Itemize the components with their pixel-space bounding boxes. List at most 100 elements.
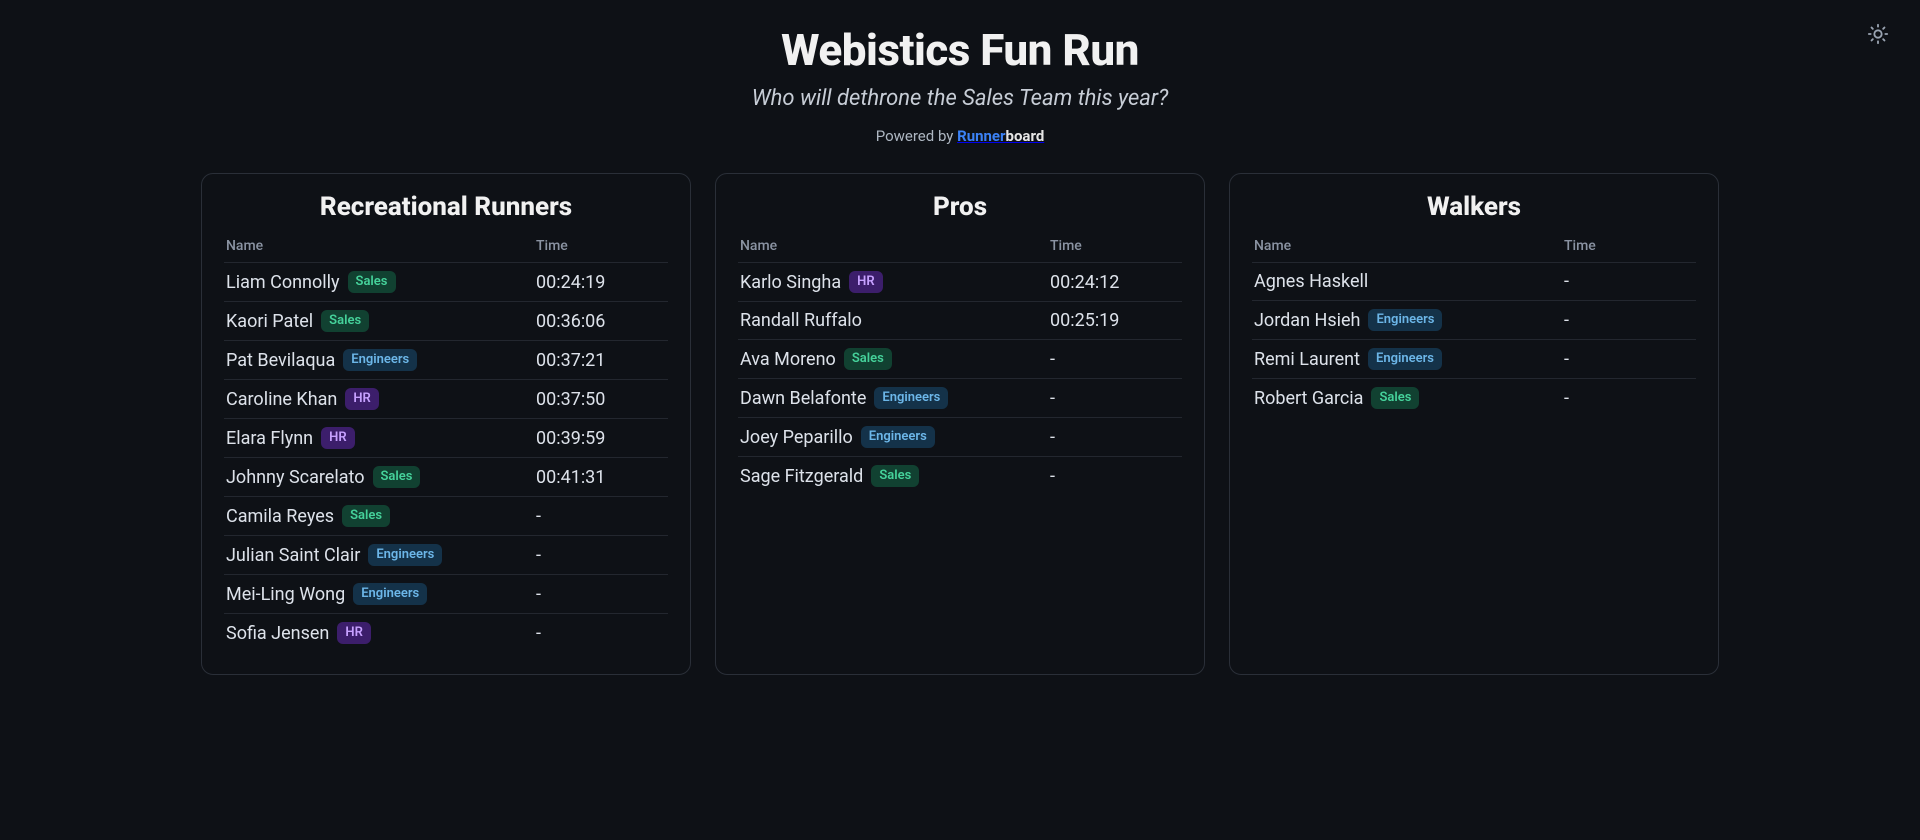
table-row: Joey Peparillo Engineers - bbox=[738, 418, 1182, 457]
team-badge: HR bbox=[337, 622, 370, 644]
runner-time: - bbox=[536, 584, 666, 605]
runner-name-cell: Sofia Jensen HR bbox=[226, 622, 536, 644]
table-head: NameTime bbox=[738, 238, 1182, 262]
table-rows: Liam ConnollySales00:24:19Kaori PatelSal… bbox=[224, 262, 668, 652]
table-row: Pat BevilaquaEngineers00:37:21 bbox=[224, 341, 668, 380]
team-badge: Engineers bbox=[353, 583, 427, 605]
runner-name: Elara Flynn bbox=[226, 428, 313, 449]
runner-name: Karlo Singha bbox=[740, 272, 841, 293]
runner-time: - bbox=[1050, 466, 1180, 487]
runner-name-cell: Camila ReyesSales bbox=[226, 505, 536, 527]
runner-name: Dawn Belafonte bbox=[740, 388, 866, 409]
runner-name-cell: Elara Flynn HR bbox=[226, 427, 536, 449]
runner-name: Robert Garcia bbox=[1254, 388, 1363, 409]
sun-icon bbox=[1867, 23, 1889, 45]
runner-name: Camila Reyes bbox=[226, 506, 334, 527]
runner-name: Agnes Haskell bbox=[1254, 271, 1368, 292]
runner-name: Johnny Scarelato bbox=[226, 467, 365, 488]
runner-name-cell: Karlo Singha HR bbox=[740, 271, 1050, 293]
runner-name: Joey Peparillo bbox=[740, 427, 853, 448]
runner-time: - bbox=[1050, 388, 1180, 409]
runner-name-cell: Agnes Haskell bbox=[1254, 271, 1564, 292]
team-badge: Engineers bbox=[1368, 309, 1442, 331]
table-row: Caroline KhanHR00:37:50 bbox=[224, 380, 668, 419]
team-badge: HR bbox=[345, 388, 378, 410]
runner-time: 00:36:06 bbox=[536, 311, 666, 332]
table-row: Robert GarciaSales- bbox=[1252, 379, 1696, 417]
runner-name-cell: Sage FitzgeraldSales bbox=[740, 465, 1050, 487]
brand-link[interactable]: Runnerboard bbox=[957, 127, 1044, 145]
table-rows: Karlo Singha HR 00:24:12 Randall Ruffalo 00:… bbox=[738, 262, 1182, 495]
category-panel: WalkersNameTimeAgnes Haskell-Jordan Hsie… bbox=[1229, 173, 1719, 675]
table-row: Jordan Hsieh Engineers - bbox=[1252, 301, 1696, 340]
runner-name: Randall Ruffalo bbox=[740, 310, 862, 331]
runner-name-cell: Dawn Belafonte Engineers bbox=[740, 387, 1050, 409]
category-title: Recreational Runners bbox=[224, 192, 668, 222]
column-header-name: Name bbox=[740, 238, 1050, 254]
brand-second: board bbox=[1006, 127, 1045, 145]
table-row: Remi Laurent Engineers - bbox=[1252, 340, 1696, 379]
runner-name: Caroline Khan bbox=[226, 389, 337, 410]
runner-time: 00:24:19 bbox=[536, 272, 666, 293]
runner-time: - bbox=[1564, 349, 1694, 370]
runner-name-cell: Pat BevilaquaEngineers bbox=[226, 349, 536, 371]
runner-name: Sofia Jensen bbox=[226, 623, 329, 644]
table-row: Dawn Belafonte Engineers - bbox=[738, 379, 1182, 418]
table-row: Sofia Jensen HR - bbox=[224, 614, 668, 652]
runner-time: 00:25:19 bbox=[1050, 310, 1180, 331]
table-row: Mei-Ling Wong Engineers - bbox=[224, 575, 668, 614]
runner-time: - bbox=[1564, 310, 1694, 331]
table-row: Sage FitzgeraldSales- bbox=[738, 457, 1182, 495]
theme-toggle-button[interactable] bbox=[1864, 20, 1892, 48]
table-row: Liam Connolly Sales 00:24:19 bbox=[224, 263, 668, 302]
runner-time: 00:39:59 bbox=[536, 428, 666, 449]
runner-time: 00:37:21 bbox=[536, 350, 666, 371]
team-badge: Engineers bbox=[343, 349, 417, 371]
category-panel: Recreational RunnersNameTimeLiam Connoll… bbox=[201, 173, 691, 675]
table-head: NameTime bbox=[1252, 238, 1696, 262]
category-title: Walkers bbox=[1252, 192, 1696, 222]
runner-time: 00:24:12 bbox=[1050, 272, 1180, 293]
column-header-time: Time bbox=[1050, 238, 1180, 254]
powered-by: Powered by Runnerboard bbox=[48, 127, 1872, 145]
column-header-time: Time bbox=[1564, 238, 1694, 254]
runner-name: Mei-Ling Wong bbox=[226, 584, 345, 605]
runner-time: 00:41:31 bbox=[536, 467, 666, 488]
runner-time: - bbox=[1050, 427, 1180, 448]
runner-name-cell: Randall Ruffalo bbox=[740, 310, 1050, 331]
team-badge: Sales bbox=[373, 466, 421, 488]
table-row: Karlo Singha HR 00:24:12 bbox=[738, 263, 1182, 302]
table-row: Julian Saint ClairEngineers- bbox=[224, 536, 668, 575]
runner-name-cell: Johnny Scarelato Sales bbox=[226, 466, 536, 488]
table-row: Agnes Haskell- bbox=[1252, 263, 1696, 301]
runner-name-cell: Caroline Khan HR bbox=[226, 388, 536, 410]
brand-first: Runner bbox=[957, 127, 1005, 145]
category-columns: Recreational RunnersNameTimeLiam Connoll… bbox=[48, 173, 1872, 675]
team-badge: Sales bbox=[348, 271, 396, 293]
category-panel: ProsNameTimeKarlo SinghaHR00:24:12Randal… bbox=[715, 173, 1205, 675]
team-badge: Sales bbox=[871, 465, 919, 487]
runner-name-cell: Julian Saint ClairEngineers bbox=[226, 544, 536, 566]
table-row: Ava MorenoSales- bbox=[738, 340, 1182, 379]
page-title: Webistics Fun Run bbox=[48, 24, 1872, 76]
table-row: Kaori PatelSales00:36:06 bbox=[224, 302, 668, 341]
team-badge: Engineers bbox=[1368, 348, 1442, 370]
team-badge: Engineers bbox=[368, 544, 442, 566]
column-header-name: Name bbox=[226, 238, 536, 254]
team-badge: Engineers bbox=[874, 387, 948, 409]
table-rows: Agnes Haskell-Jordan HsiehEngineers-Remi… bbox=[1252, 262, 1696, 417]
runner-name-cell: Joey Peparillo Engineers bbox=[740, 426, 1050, 448]
runner-time: - bbox=[536, 623, 666, 644]
team-badge: Sales bbox=[1371, 387, 1419, 409]
team-badge: HR bbox=[849, 271, 882, 293]
column-header-name: Name bbox=[1254, 238, 1564, 254]
runner-name-cell: Kaori PatelSales bbox=[226, 310, 536, 332]
runner-name: Jordan Hsieh bbox=[1254, 310, 1360, 331]
table-row: Elara Flynn HR 00:39:59 bbox=[224, 419, 668, 458]
team-badge: Engineers bbox=[861, 426, 935, 448]
runner-name: Ava Moreno bbox=[740, 349, 836, 370]
table-row: Camila ReyesSales- bbox=[224, 497, 668, 536]
runner-name: Liam Connolly bbox=[226, 272, 340, 293]
team-badge: HR bbox=[321, 427, 354, 449]
runner-name: Remi Laurent bbox=[1254, 349, 1360, 370]
